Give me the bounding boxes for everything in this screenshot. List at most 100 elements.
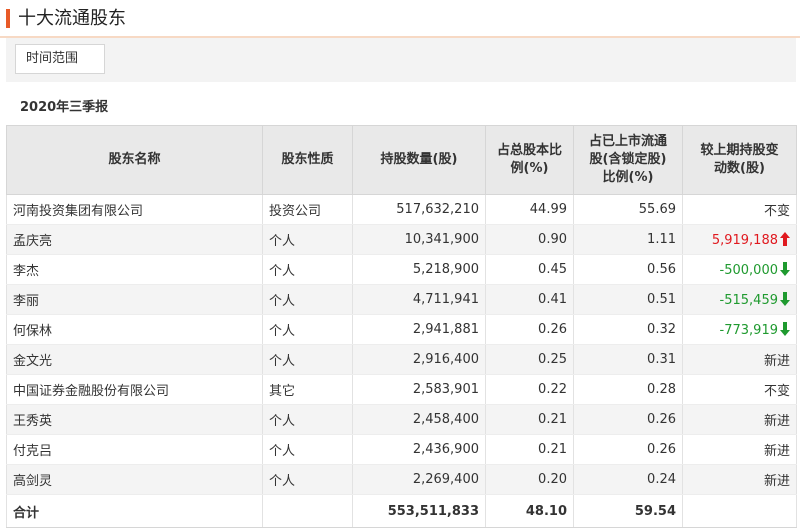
time-range-button[interactable]: 时间范围 <box>15 44 105 74</box>
section-header: 十大流通股东 <box>0 0 800 38</box>
pct-of-total-shares: 0.45 <box>485 254 574 285</box>
holding-change: 5,919,188 <box>682 224 797 255</box>
holding-change-value: 不变 <box>763 204 790 219</box>
pct-of-float-shares: 1.11 <box>573 224 683 255</box>
shares-held: 4,711,941 <box>352 284 486 315</box>
pct-of-total-shares: 44.99 <box>485 194 574 225</box>
column-header-line: 比例(%) <box>602 170 654 185</box>
pct-of-total-shares: 0.22 <box>485 374 574 405</box>
column-header-line: 持股数量(股) <box>380 152 458 167</box>
total-type-cell <box>262 494 353 528</box>
pct-of-total-shares: 0.21 <box>485 404 574 435</box>
shareholder-name: 中国证券金融股份有限公司 <box>6 374 263 405</box>
holding-change: 新进 <box>682 464 797 495</box>
holding-change-value: -500,000 <box>719 262 778 278</box>
shareholder-name: 何保林 <box>6 314 263 345</box>
pct-of-float-shares: 0.28 <box>573 374 683 405</box>
shares-held: 10,341,900 <box>352 224 486 255</box>
shares-held: 2,583,901 <box>352 374 486 405</box>
top-shareholders-table: 股东名称 股东性质 持股数量(股) 占总股本比 例(%) 占已上市流通 股(含锁定股) 比例(… <box>6 125 797 528</box>
shareholder-name: 王秀英 <box>6 404 263 435</box>
shareholder-name: 高剑灵 <box>6 464 263 495</box>
shares-held: 2,436,900 <box>352 434 486 465</box>
table-row: 孟庆亮 个人 10,341,900 0.90 1.11 5,919,188 <box>6 224 797 255</box>
table-row: 李丽 个人 4,711,941 0.41 0.51 -515,459 <box>6 284 797 315</box>
holding-change: 不变 <box>682 194 797 225</box>
table-body: 河南投资集团有限公司 投资公司 517,632,210 44.99 55.69 不变 孟庆亮… <box>6 194 797 495</box>
shareholder-type: 投资公司 <box>262 194 353 225</box>
total-row: 合计 553,511,833 48.10 59.54 <box>6 494 797 528</box>
table-row: 李杰 个人 5,218,900 0.45 0.56 -500,000 <box>6 254 797 285</box>
table-row: 付克吕 个人 2,436,900 0.21 0.26 新进 <box>6 434 797 465</box>
pct-of-total-shares: 0.20 <box>485 464 574 495</box>
shareholder-type: 个人 <box>262 224 353 255</box>
shareholder-type: 个人 <box>262 434 353 465</box>
holding-change: 新进 <box>682 404 797 435</box>
column-header: 股东性质 <box>262 125 353 195</box>
table-row: 高剑灵 个人 2,269,400 0.20 0.24 新进 <box>6 464 797 495</box>
title-accent-bar <box>6 9 10 28</box>
shareholder-name: 孟庆亮 <box>6 224 263 255</box>
pct-of-float-shares: 55.69 <box>573 194 683 225</box>
shares-held: 2,458,400 <box>352 404 486 435</box>
holding-change-value: 新进 <box>763 354 790 369</box>
shareholder-type: 其它 <box>262 374 353 405</box>
shares-held: 517,632,210 <box>352 194 486 225</box>
shares-held: 2,941,881 <box>352 314 486 345</box>
holding-change-value: -773,919 <box>719 322 778 338</box>
holding-change-value: -515,459 <box>719 292 778 308</box>
shareholder-type: 个人 <box>262 464 353 495</box>
total-pct-float: 59.54 <box>573 494 683 528</box>
holding-change: 新进 <box>682 344 797 375</box>
total-change-cell <box>682 494 797 528</box>
table-row: 金文光 个人 2,916,400 0.25 0.31 新进 <box>6 344 797 375</box>
column-header-line: 股(含锁定股) <box>589 152 667 167</box>
table-row: 河南投资集团有限公司 投资公司 517,632,210 44.99 55.69 不变 <box>6 194 797 225</box>
arrow-down-icon <box>780 291 790 306</box>
table-header-row: 股东名称 股东性质 持股数量(股) 占总股本比 例(%) 占已上市流通 股(含锁定股) 比例(… <box>6 125 797 195</box>
column-header-line: 占总股本比 <box>496 143 562 158</box>
holding-change-value: 不变 <box>763 384 790 399</box>
shareholder-name: 河南投资集团有限公司 <box>6 194 263 225</box>
table-row: 中国证券金融股份有限公司 其它 2,583,901 0.22 0.28 不变 <box>6 374 797 405</box>
holding-change: -515,459 <box>682 284 797 315</box>
holding-change: 不变 <box>682 374 797 405</box>
shareholder-type: 个人 <box>262 344 353 375</box>
column-header: 股东名称 <box>6 125 263 195</box>
shares-held: 5,218,900 <box>352 254 486 285</box>
table-row: 何保林 个人 2,941,881 0.26 0.32 -773,919 <box>6 314 797 345</box>
holding-change: -773,919 <box>682 314 797 345</box>
column-header-line: 较上期持股变 <box>700 143 779 158</box>
total-shares: 553,511,833 <box>352 494 486 528</box>
pct-of-float-shares: 0.26 <box>573 404 683 435</box>
report-period: 2020年三季报 <box>20 100 109 115</box>
shareholder-type: 个人 <box>262 254 353 285</box>
pct-of-total-shares: 0.41 <box>485 284 574 315</box>
holding-change-value: 新进 <box>763 474 790 489</box>
shareholder-type: 个人 <box>262 284 353 315</box>
holding-change-value: 5,919,188 <box>711 232 778 248</box>
column-header: 较上期持股变 动数(股) <box>682 125 797 195</box>
pct-of-float-shares: 0.32 <box>573 314 683 345</box>
table-row: 王秀英 个人 2,458,400 0.21 0.26 新进 <box>6 404 797 435</box>
arrow-down-icon <box>780 261 790 276</box>
shares-held: 2,269,400 <box>352 464 486 495</box>
column-header-line: 例(%) <box>510 161 549 176</box>
pct-of-total-shares: 0.21 <box>485 434 574 465</box>
pct-of-float-shares: 0.51 <box>573 284 683 315</box>
shares-held: 2,916,400 <box>352 344 486 375</box>
pct-of-float-shares: 0.24 <box>573 464 683 495</box>
column-header: 占总股本比例(%) <box>485 125 574 195</box>
holding-change: 新进 <box>682 434 797 465</box>
pct-of-total-shares: 0.90 <box>485 224 574 255</box>
filter-bar: 时间范围 <box>6 38 796 82</box>
shareholder-type: 个人 <box>262 404 353 435</box>
holding-change-value: 新进 <box>763 444 790 459</box>
holding-change: -500,000 <box>682 254 797 285</box>
arrow-down-icon <box>780 321 790 336</box>
arrow-up-icon <box>780 231 790 246</box>
section-title: 十大流通股东 <box>18 8 126 29</box>
pct-of-float-shares: 0.31 <box>573 344 683 375</box>
shareholder-type: 个人 <box>262 314 353 345</box>
pct-of-float-shares: 0.26 <box>573 434 683 465</box>
